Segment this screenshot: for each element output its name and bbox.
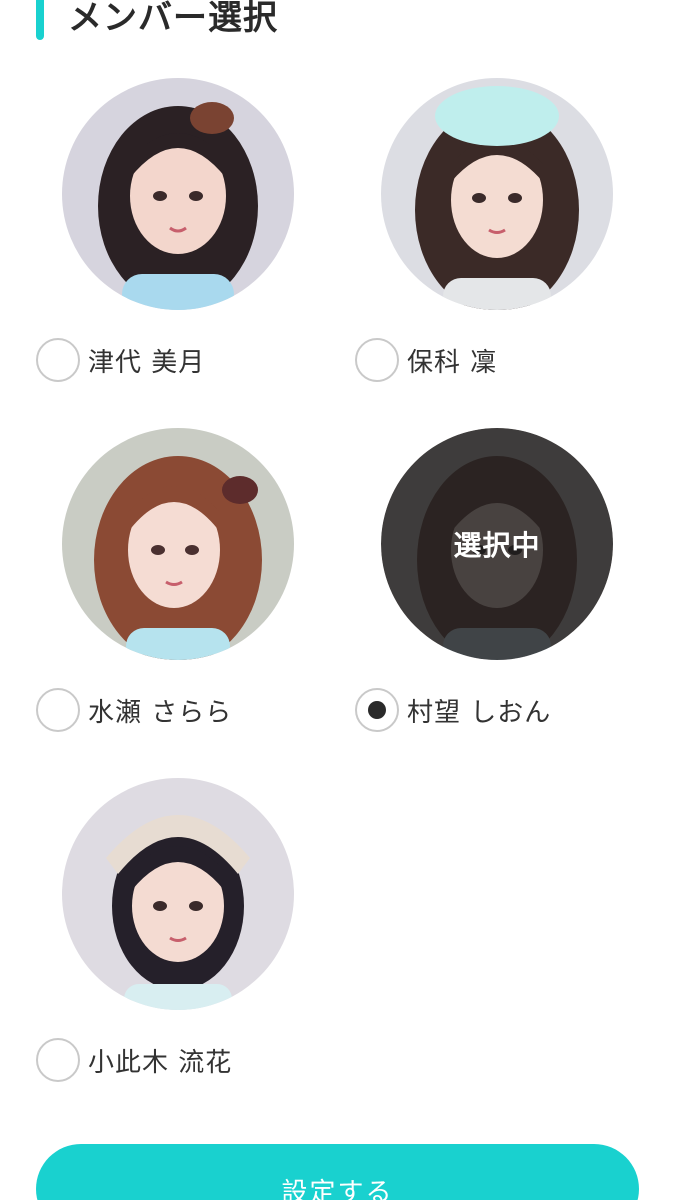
radio-button[interactable] bbox=[36, 1038, 80, 1082]
member-photo[interactable] bbox=[62, 428, 294, 660]
submit-button[interactable]: 設定する bbox=[36, 1144, 639, 1200]
member-name: 保科 凜 bbox=[407, 347, 498, 378]
member-photo-selected[interactable]: 選択中 bbox=[381, 428, 613, 660]
member-radio-option[interactable]: 村望 しおん bbox=[355, 688, 551, 732]
member-photo[interactable] bbox=[62, 778, 294, 1010]
radio-button[interactable] bbox=[355, 338, 399, 382]
member-portrait-image bbox=[62, 778, 294, 1010]
member-portrait-image bbox=[381, 78, 613, 310]
member-photo[interactable] bbox=[381, 78, 613, 310]
member-name: 村望 しおん bbox=[407, 697, 552, 728]
member-radio-option[interactable]: 津代 美月 bbox=[36, 338, 205, 382]
member-radio-option[interactable]: 小此木 流花 bbox=[36, 1038, 232, 1082]
member-photo[interactable] bbox=[62, 78, 294, 310]
member-radio-option[interactable]: 保科 凜 bbox=[355, 338, 497, 382]
member-name: 津代 美月 bbox=[88, 347, 206, 378]
radio-button-checked[interactable] bbox=[355, 688, 399, 732]
member-name: 水瀬 さらら bbox=[88, 697, 233, 728]
radio-button[interactable] bbox=[36, 688, 80, 732]
radio-checked-dot bbox=[368, 701, 386, 719]
member-name: 小此木 流花 bbox=[88, 1047, 233, 1078]
header-accent-bar bbox=[36, 0, 44, 40]
selected-overlay: 選択中 bbox=[381, 428, 613, 660]
radio-button[interactable] bbox=[36, 338, 80, 382]
member-radio-option[interactable]: 水瀬 さらら bbox=[36, 688, 232, 732]
selected-label: 選択中 bbox=[453, 529, 541, 562]
member-portrait-image bbox=[62, 428, 294, 660]
member-portrait-image bbox=[62, 78, 294, 310]
page-title: メンバー選択 bbox=[68, 0, 278, 38]
